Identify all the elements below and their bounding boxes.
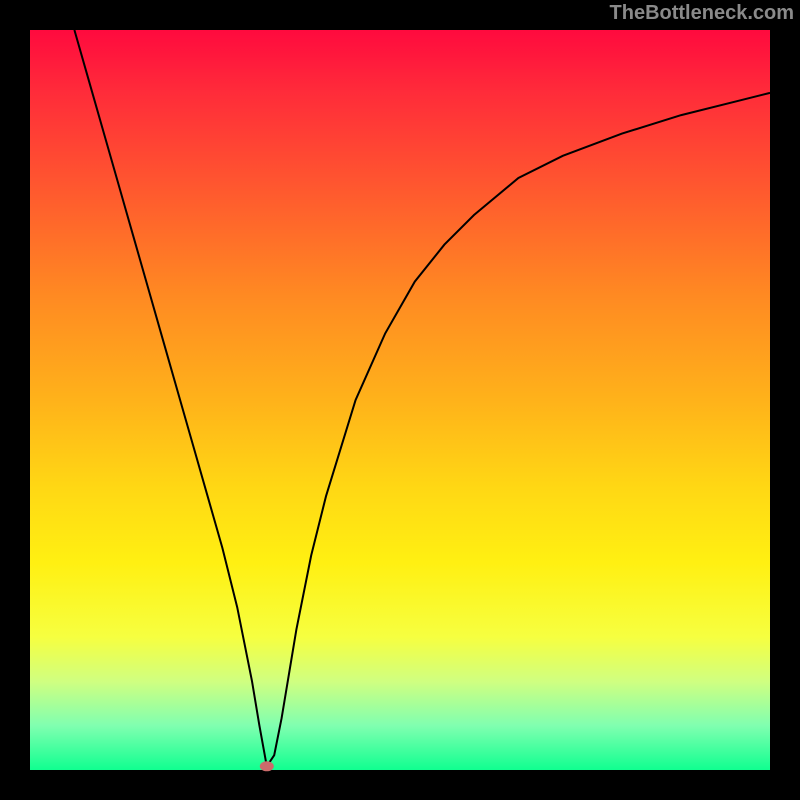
chart-plot-area: [30, 30, 770, 770]
curve-line: [74, 30, 770, 766]
chart-svg: [30, 30, 770, 770]
watermark-text: TheBottleneck.com: [610, 2, 794, 25]
minimum-marker: [260, 761, 274, 771]
